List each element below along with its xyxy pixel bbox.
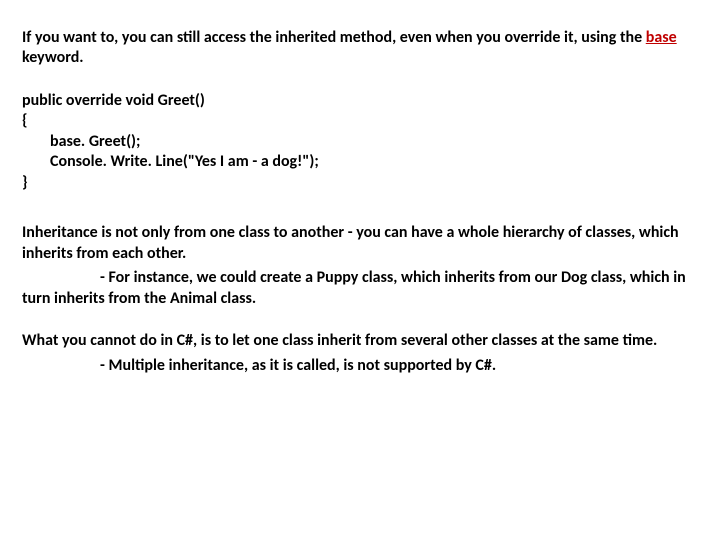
keyword-base: base [646, 28, 677, 47]
paragraph-hierarchy: Inheritance is not only from one class t… [22, 223, 698, 264]
code-line: } [22, 173, 698, 193]
code-line: public override void Greet() [22, 91, 698, 111]
text-run: keyword. [22, 48, 84, 67]
text-run: For instance, we could create a Puppy cl… [22, 268, 686, 307]
code-block: public override void Greet() { base. Gre… [22, 91, 698, 193]
code-line: Console. Write. Line("Yes I am - a dog!"… [22, 152, 698, 172]
code-line: base. Greet(); [22, 132, 698, 152]
paragraph-hierarchy-example: - For instance, we could create a Puppy … [22, 268, 698, 309]
document-page: If you want to, you can still access the… [0, 0, 720, 376]
paragraph-no-multiple-note: - Multiple inheritance, as it is called,… [22, 356, 698, 376]
paragraph-base-keyword: If you want to, you can still access the… [22, 28, 698, 69]
text-run: Multiple inheritance, as it is called, i… [109, 356, 497, 375]
paragraph-no-multiple: What you cannot do in C#, is to let one … [22, 331, 698, 351]
code-line: { [22, 111, 698, 131]
text-run: If you want to, you can still access the… [22, 28, 646, 47]
